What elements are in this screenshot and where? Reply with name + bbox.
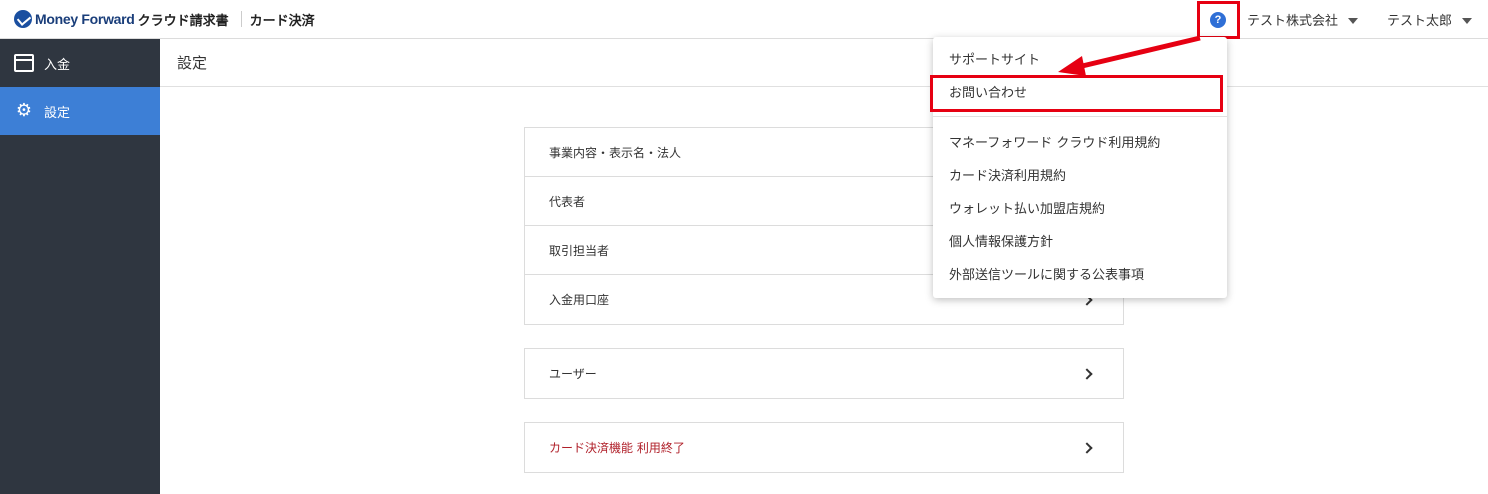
sidebar: 入金 ⚙ 設定	[0, 39, 160, 494]
settings-card-users: ユーザー	[524, 348, 1124, 399]
sidebar-item-label: 設定	[44, 105, 71, 121]
settings-row-terminate-card-payment[interactable]: カード決済機能 利用終了	[525, 423, 1123, 472]
menu-divider	[933, 116, 1227, 117]
sidebar-item-settings[interactable]: ⚙ 設定	[0, 87, 160, 135]
user-menu[interactable]: テスト太郎	[1387, 10, 1473, 29]
company-name: テスト株式会社	[1247, 14, 1339, 29]
gear-icon: ⚙	[15, 100, 33, 121]
chevron-right-icon	[1081, 367, 1093, 380]
page-title: 設定	[177, 54, 208, 72]
chevron-right-icon	[1081, 441, 1093, 454]
chevron-down-icon	[1462, 17, 1473, 24]
user-name: テスト太郎	[1387, 14, 1453, 29]
settings-card-terminate: カード決済機能 利用終了	[524, 422, 1124, 473]
page-header: 設定	[160, 39, 1488, 87]
settings-row-label: 入金用口座	[549, 293, 610, 307]
annotation-arrow	[1058, 35, 1201, 76]
chevron-down-icon	[1348, 17, 1359, 24]
settings-row-label: ユーザー	[549, 367, 597, 381]
sidebar-item-deposit[interactable]: 入金	[0, 39, 160, 87]
menu-item-wallet-merchant-terms[interactable]: ウォレット払い加盟店規約	[949, 198, 1105, 217]
calendar-icon	[14, 54, 34, 72]
menu-item-support-site[interactable]: サポートサイト	[949, 49, 1040, 68]
app-header: Money Forward クラウド請求書 カード決済 ? テスト株式会社 テス…	[0, 0, 1488, 39]
help-icon[interactable]: ?	[1210, 12, 1226, 28]
menu-item-terms-of-service[interactable]: マネーフォワード クラウド利用規約	[949, 132, 1160, 151]
settings-row-users[interactable]: ユーザー	[525, 349, 1123, 398]
settings-row-label: 取引担当者	[549, 243, 610, 258]
product-name: クラウド請求書	[137, 13, 229, 29]
header-divider	[240, 11, 242, 27]
menu-item-card-payment-terms[interactable]: カード決済利用規約	[949, 165, 1066, 184]
menu-item-external-tools-disclosure[interactable]: 外部送信ツールに関する公表事項	[949, 264, 1144, 283]
app-logo[interactable]: Money Forward クラウド請求書 カード決済	[14, 8, 315, 30]
money-forward-logo-icon	[14, 10, 32, 28]
settings-row-label: カード決済機能 利用終了	[549, 441, 685, 455]
sidebar-item-label: 入金	[44, 57, 71, 73]
menu-item-contact[interactable]: お問い合わせ	[949, 82, 1027, 101]
brand-name: Money Forward	[35, 11, 135, 27]
company-menu[interactable]: テスト株式会社	[1247, 10, 1359, 29]
settings-row-label: 事業内容・表示名・法人	[549, 145, 682, 160]
settings-row-label: 代表者	[549, 194, 586, 209]
service-name: カード決済	[249, 13, 315, 29]
menu-item-privacy-policy[interactable]: 個人情報保護方針	[949, 231, 1053, 250]
